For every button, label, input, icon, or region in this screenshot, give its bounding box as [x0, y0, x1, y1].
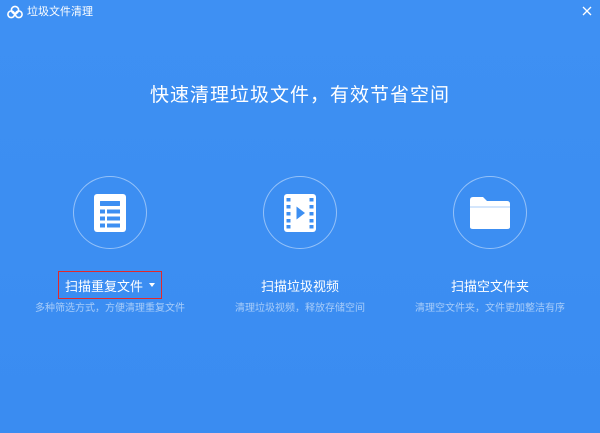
junk-videos-circle-button[interactable] — [263, 176, 337, 250]
close-button[interactable] — [579, 3, 595, 19]
junk-videos-description: 清理垃圾视频，释放存储空间 — [235, 303, 365, 314]
title-bar: 垃圾文件清理 — [0, 0, 600, 24]
duplicate-files-description: 多种筛选方式，方便清理重复文件 — [35, 303, 185, 314]
empty-folders-circle-button[interactable] — [453, 176, 527, 250]
video-file-icon — [284, 193, 316, 232]
main-window: 垃圾文件清理 快速清理垃圾文件，有效节省空间 扫描重复文件 多种筛选方式，方便清… — [0, 0, 600, 433]
option-junk-videos: 扫描垃圾视频 清理垃圾视频，释放存储空间 — [200, 176, 400, 316]
scan-duplicate-files-dropdown[interactable]: 扫描重复文件 — [58, 271, 162, 299]
duplicate-files-circle-button[interactable] — [73, 176, 147, 250]
empty-folders-description: 清理空文件夹，文件更加整洁有序 — [415, 303, 565, 314]
window-title: 垃圾文件清理 — [27, 5, 93, 18]
scan-duplicate-files-label: 扫描重复文件 — [64, 279, 143, 295]
scan-empty-folders-label: 扫描空文件夹 — [450, 279, 529, 295]
close-icon — [582, 6, 592, 16]
cloud-logo-icon — [7, 5, 23, 19]
folder-icon — [470, 196, 510, 229]
scan-junk-videos-label: 扫描垃圾视频 — [260, 279, 339, 295]
page-headline: 快速清理垃圾文件，有效节省空间 — [149, 84, 450, 106]
option-duplicate-files: 扫描重复文件 多种筛选方式，方便清理重复文件 — [10, 176, 210, 316]
document-list-icon — [94, 193, 126, 232]
option-empty-folders: 扫描空文件夹 清理空文件夹，文件更加整洁有序 — [390, 176, 590, 316]
caret-down-icon — [149, 283, 155, 288]
scan-empty-folders-button[interactable]: 扫描空文件夹 — [441, 271, 539, 299]
scan-junk-videos-button[interactable]: 扫描垃圾视频 — [251, 271, 349, 299]
